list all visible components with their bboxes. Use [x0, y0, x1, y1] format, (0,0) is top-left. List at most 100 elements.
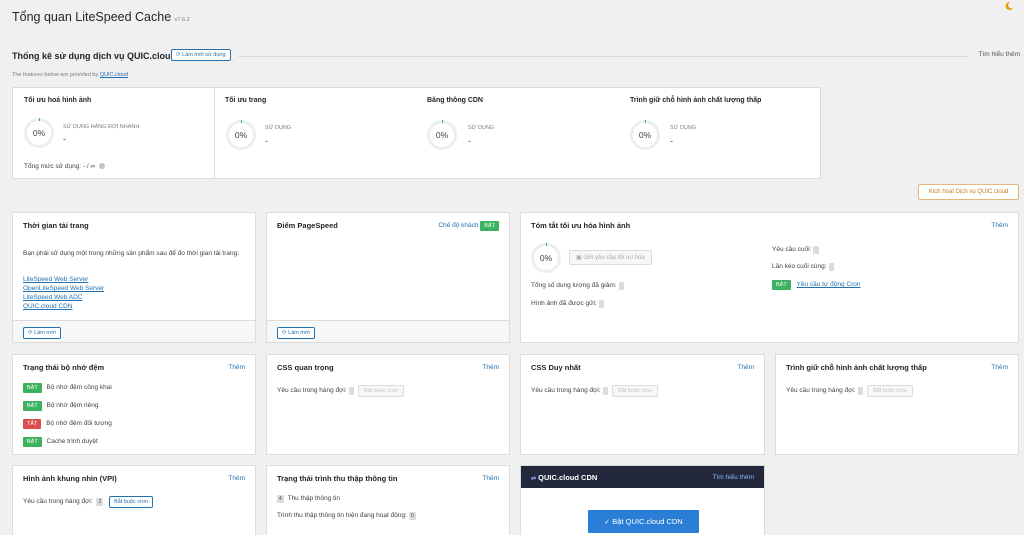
images-sent-label: Hình ảnh đã được gửi:	[531, 300, 597, 307]
help-icon[interactable]	[98, 163, 105, 170]
cache-item: BẬT Bộ nhớ đệm riêng	[23, 401, 98, 411]
total-reduced-chip	[618, 282, 624, 290]
guest-mode: Chế độ khách BẬT	[438, 221, 499, 231]
status-badge: BẬT	[23, 401, 42, 411]
ccss-queue: Yêu cầu trong hàng đợi: Bắt buộc cron	[277, 385, 404, 397]
status-badge: TẮT	[23, 419, 42, 429]
img-opt-usage-value: -	[63, 134, 66, 144]
cache-status-card: Trạng thái bộ nhớ đệm Thêm BẬT Bộ nhớ đệ…	[12, 354, 256, 455]
panel-title-lqip: Trình giữ chỗ hình ảnh chất lượng thấp	[630, 97, 762, 104]
pagespeed-refresh-label: Làm mới	[288, 330, 310, 336]
last-request-chip	[813, 246, 819, 254]
link-quic-cdn[interactable]: QUIC.cloud CDN	[23, 303, 72, 310]
ucss-more-link[interactable]: Thêm	[737, 364, 754, 371]
ccss-force-cron-button[interactable]: Bắt buộc cron	[358, 385, 404, 397]
crawler-title: Trạng thái trình thu thập thông tin	[277, 474, 398, 483]
link-litespeed-adc[interactable]: LiteSpeed Web ADC	[23, 294, 83, 301]
cache-item: BẬT Bộ nhớ đệm công khai	[23, 383, 112, 393]
cdn-percent: 0%	[435, 130, 449, 140]
cache-item-label: Cache trình duyệt	[46, 438, 98, 445]
total-reduced: Tổng số dung lượng đã giảm:	[531, 282, 624, 290]
link-litespeed-web-server[interactable]: LiteSpeed Web Server	[23, 276, 88, 283]
guest-mode-link[interactable]: Chế độ khách	[438, 222, 478, 229]
moon-icon[interactable]	[1004, 1, 1014, 11]
lqip-title: Trình giữ chỗ hình ảnh chất lượng thấp	[786, 363, 927, 372]
lqip-more-link[interactable]: Thêm	[991, 364, 1008, 371]
last-pull: Lần kéo cuối cùng:	[772, 263, 834, 271]
load-time-message: Bạn phải sử dụng một trong những sản phẩ…	[23, 250, 240, 257]
ucss-queue-label: Yêu cầu trong hàng đợi:	[531, 387, 601, 394]
images-sent: Hình ảnh đã được gửi:	[531, 300, 605, 308]
cdn-title: QUIC.cloud CDN	[538, 473, 598, 482]
lqip-queue: Yêu cầu trong hàng đợi: Bắt buộc cron	[786, 385, 913, 397]
ccss-title: CSS quan trọng	[277, 363, 334, 372]
lqip-queue-chip	[857, 387, 864, 395]
last-pull-chip	[828, 263, 834, 271]
ucss-force-cron-button[interactable]: Bắt buộc cron	[612, 385, 658, 397]
ucss-title: CSS Duy nhất	[531, 363, 581, 372]
vpi-more-link[interactable]: Thêm	[228, 475, 245, 482]
crawler-active-count: 0	[408, 512, 416, 520]
lqip-percent: 0%	[638, 130, 652, 140]
cron-status-badge: BẬT	[772, 280, 791, 290]
usage-panel-divider	[214, 88, 215, 178]
version-label: v7.6.2	[174, 17, 190, 23]
img-summary-title: Tóm tắt tối ưu hóa hình ảnh	[531, 221, 631, 230]
ccss-card: CSS quan trọng Thêm Yêu cầu trong hàng đ…	[266, 354, 510, 455]
vpi-queue-count: 2	[96, 498, 104, 506]
crawler-label: Thu thập thông tin	[287, 495, 340, 502]
status-badge: BẬT	[23, 383, 42, 393]
ucss-queue-chip	[602, 387, 609, 395]
cache-status-title: Trạng thái bộ nhớ đệm	[23, 363, 105, 372]
cdn-learn-more-link[interactable]: Tìm hiểu thêm	[712, 474, 754, 481]
status-badge: BẬT	[23, 437, 42, 447]
lqip-usage-label: SỬ DỤNG	[670, 125, 697, 131]
cron-link[interactable]: Yêu cầu tự động Cron	[797, 281, 861, 288]
img-summary-card: Tóm tắt tối ưu hóa hình ảnh Thêm 0% ▣ Gử…	[520, 212, 1019, 343]
cache-item-label: Bộ nhớ đệm công khai	[46, 384, 112, 391]
cdn-gauge: 0%	[427, 120, 457, 150]
panel-title-img-opt: Tối ưu hoá hình ảnh	[24, 97, 92, 104]
check-icon: ✓	[604, 519, 611, 526]
load-time-refresh-button[interactable]: ⟳ Làm mới	[23, 327, 61, 339]
quic-cloud-link[interactable]: QUIC.cloud	[100, 72, 128, 78]
link-openlitespeed[interactable]: OpenLiteSpeed Web Server	[23, 285, 104, 292]
features-note: The features below are provided by QUIC.…	[12, 72, 128, 78]
cache-status-more-link[interactable]: Thêm	[228, 364, 245, 371]
cache-item: TẮT Bộ nhớ đệm đối tượng	[23, 419, 112, 429]
vpi-force-cron-button[interactable]: Bắt buộc cron	[109, 496, 154, 508]
lqip-usage-value: -	[670, 136, 673, 146]
img-opt-percent: 0%	[32, 128, 46, 138]
send-optimize-button[interactable]: ▣ Gửi yêu cầu tối ưu hóa	[569, 250, 652, 265]
img-summary-more-link[interactable]: Thêm	[991, 222, 1008, 229]
ccss-queue-label: Yêu cầu trong hàng đợi:	[277, 387, 347, 394]
pagespeed-refresh-button[interactable]: ⟳ Làm mới	[277, 327, 315, 339]
total-reduced-label: Tổng số dung lượng đã giảm:	[531, 282, 617, 289]
last-pull-label: Lần kéo cuối cùng:	[772, 263, 827, 270]
crawler-count: 4	[277, 495, 284, 503]
enable-cdn-button[interactable]: ✓ Bật QUIC.cloud CDN	[588, 510, 699, 533]
img-opt-usage-label: SỬ DỤNG HÀNG ĐỢI NHANH	[63, 124, 140, 130]
product-links: LiteSpeed Web Server OpenLiteSpeed Web S…	[23, 275, 104, 311]
lqip-force-cron-button[interactable]: Bắt buộc cron	[867, 385, 913, 397]
send-optimize-label: Gửi yêu cầu tối ưu hóa	[583, 255, 645, 261]
activate-quic-button[interactable]: Kích hoạt Dịch vụ QUIC.cloud	[918, 184, 1019, 200]
load-time-title: Thời gian tải trang	[23, 221, 89, 230]
lqip-queue-label: Yêu cầu trong hàng đợi:	[786, 387, 856, 394]
load-time-card: Thời gian tải trang Bạn phải sử dụng một…	[12, 212, 256, 343]
vpi-queue: Yêu cầu trong hàng đợi: 2 Bắt buộc cron	[23, 496, 154, 508]
lqip-gauge: 0%	[630, 120, 660, 150]
features-text: The features below are provided by	[12, 72, 99, 78]
page-opt-gauge: 0%	[226, 120, 256, 150]
refresh-usage-button[interactable]: ⟳ Làm mới sử dụng	[171, 49, 231, 61]
page-title-text: Tổng quan LiteSpeed Cache	[12, 10, 172, 24]
page-opt-usage-value: -	[265, 136, 268, 146]
cache-item: BẬT Cache trình duyệt	[23, 437, 98, 447]
learn-more-link[interactable]: Tìm hiểu thêm	[978, 51, 1020, 58]
pagespeed-card: Điểm PageSpeed Chế độ khách BẬT ⟳ Làm mớ…	[266, 212, 510, 343]
crawler-more-link[interactable]: Thêm	[482, 475, 499, 482]
lqip-card: Trình giữ chỗ hình ảnh chất lượng thấp T…	[775, 354, 1019, 455]
cdn-usage-value: -	[468, 136, 471, 146]
ccss-more-link[interactable]: Thêm	[482, 364, 499, 371]
page-opt-usage-label: SỬ DỤNG	[265, 125, 292, 131]
